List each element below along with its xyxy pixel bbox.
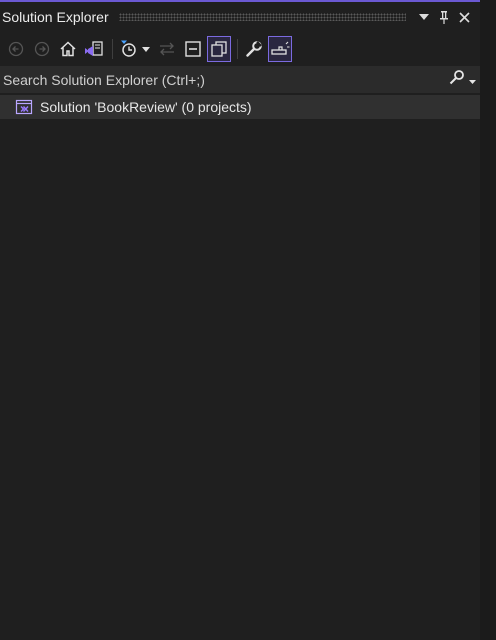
properties-wrench-icon[interactable] <box>242 36 266 62</box>
window-position-dropdown-icon[interactable] <box>414 5 434 29</box>
switch-views-icon[interactable] <box>82 36 106 62</box>
title-bar: Solution Explorer <box>0 2 480 32</box>
pending-changes-filter-icon[interactable] <box>117 36 141 62</box>
forward-icon[interactable] <box>30 36 54 62</box>
search-input[interactable] <box>0 70 444 89</box>
home-icon[interactable] <box>56 36 80 62</box>
solution-icon <box>15 98 33 116</box>
tree-item-solution[interactable]: Solution 'BookReview' (0 projects) <box>0 95 480 119</box>
sync-with-active-document-icon[interactable] <box>155 36 179 62</box>
filter-dropdown-icon[interactable] <box>141 36 151 62</box>
search-options-button[interactable] <box>444 66 480 93</box>
toolbar <box>0 34 480 64</box>
panel-title: Solution Explorer <box>2 9 109 25</box>
drag-grip[interactable] <box>118 13 406 21</box>
pin-icon[interactable] <box>434 5 454 29</box>
tree-item-label: Solution 'BookReview' (0 projects) <box>40 99 252 115</box>
collapse-all-icon[interactable] <box>181 36 205 62</box>
toolbar-separator <box>112 39 113 59</box>
search-icon <box>448 69 466 90</box>
show-all-files-icon[interactable] <box>207 36 231 62</box>
window-edge <box>480 0 496 640</box>
back-icon[interactable] <box>4 36 28 62</box>
chevron-down-icon <box>469 71 476 89</box>
toolbar-separator <box>237 39 238 59</box>
solution-explorer-panel: Solution Explorer Search Solution Explor… <box>0 0 480 640</box>
search-box <box>0 66 480 93</box>
close-icon[interactable] <box>454 5 474 29</box>
preview-selected-items-icon[interactable] <box>268 36 292 62</box>
